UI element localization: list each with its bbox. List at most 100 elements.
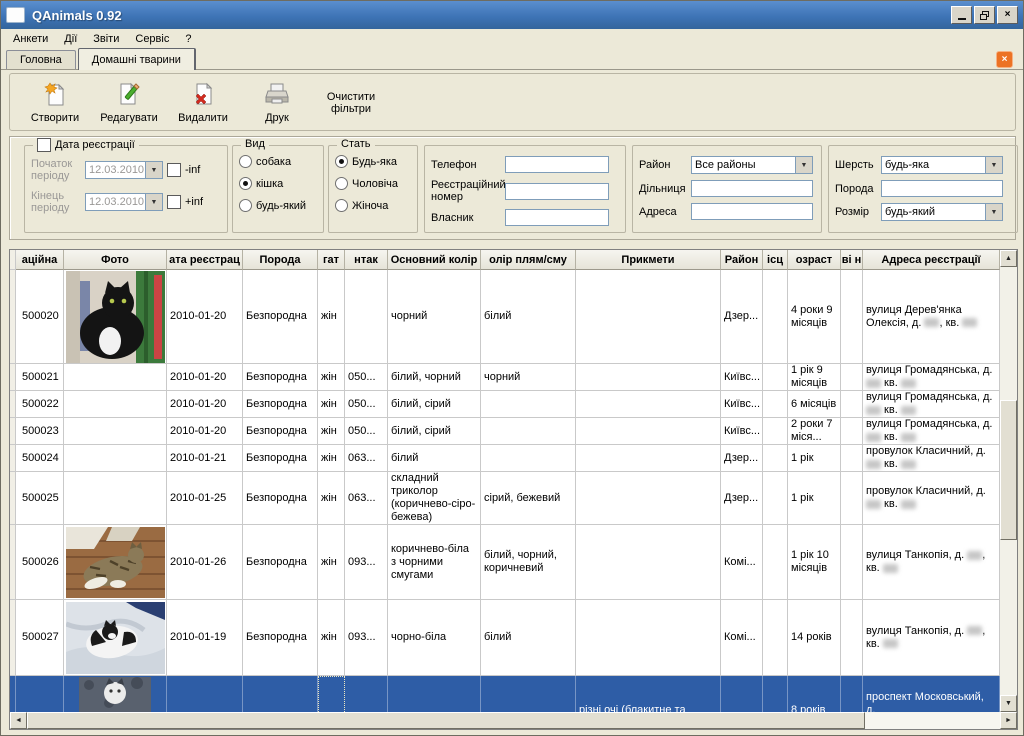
- chevron-down-icon[interactable]: ▼: [985, 204, 1002, 220]
- table-row[interactable]: 5000212010-01-20Безпороднажін050...білий…: [10, 364, 1000, 391]
- species-options: собакакішкабудь-який: [233, 155, 323, 212]
- cell-sex: жін: [318, 391, 345, 418]
- column-header-contact[interactable]: нтак: [345, 250, 388, 270]
- table-row[interactable]: 5000272010-01-19Безпороднажін093...чорно…: [10, 600, 1000, 676]
- column-header-date[interactable]: ата реєстрац: [167, 250, 243, 270]
- table-row-selected[interactable]: різні очі (блакитне та8 роківпроспект Мо…: [10, 676, 1000, 712]
- cell-text: Дзер...: [724, 492, 759, 505]
- contact-input-1[interactable]: [505, 156, 609, 173]
- period-end-combo[interactable]: 12.03.2010 ▼: [85, 193, 163, 211]
- animal-input-2[interactable]: [881, 180, 1003, 197]
- cell-photo: [64, 391, 167, 418]
- column-header-vi[interactable]: ві н: [841, 250, 863, 270]
- horizontal-scrollbar[interactable]: ◄ ►: [10, 712, 1017, 729]
- toolbar-button-4[interactable]: Друк: [240, 74, 314, 130]
- table-row[interactable]: 5000232010-01-20Безпороднажін050...білий…: [10, 418, 1000, 445]
- contact-input-2[interactable]: [505, 183, 609, 200]
- table-row[interactable]: 5000252010-01-25Безпороднажін063...склад…: [10, 472, 1000, 525]
- column-header-id[interactable]: аційна: [16, 250, 64, 270]
- chevron-down-icon[interactable]: ▼: [145, 194, 162, 210]
- toolbar-button-1[interactable]: Створити: [18, 74, 92, 130]
- restore-button[interactable]: [974, 6, 995, 24]
- close-icon: ×: [1005, 10, 1011, 20]
- date-filter-checkbox[interactable]: [37, 138, 51, 152]
- loc-input-3[interactable]: [691, 203, 813, 220]
- table-row[interactable]: 5000202010-01-20Безпороднажінчорнийбілий…: [10, 270, 1000, 364]
- toolbar-button-2[interactable]: Редагувати: [92, 74, 166, 130]
- plus-inf-checkbox[interactable]: [167, 195, 181, 209]
- cell-text: 063...: [348, 452, 384, 465]
- chevron-down-icon[interactable]: ▼: [795, 157, 812, 173]
- animal-select-1[interactable]: будь-яка▼: [881, 156, 1003, 174]
- column-header-address[interactable]: Адреса реєстрації: [863, 250, 1000, 270]
- cell-text: 093...: [348, 556, 384, 569]
- scroll-down-button[interactable]: ▼: [1000, 695, 1017, 712]
- toolbar-button-3[interactable]: Видалити: [166, 74, 240, 130]
- cell-address: вулиця Громадянська, д. кв.: [863, 364, 1000, 391]
- tab-pets[interactable]: Домашні тварини: [78, 48, 196, 70]
- cell-district: [721, 676, 763, 712]
- column-header-photo[interactable]: Фото: [64, 250, 167, 270]
- horizontal-scroll-track[interactable]: [865, 712, 1000, 729]
- sex-radio-3[interactable]: [335, 199, 348, 212]
- species-radio-2[interactable]: [239, 177, 252, 190]
- cell-text: різні очі (блакитне та: [579, 704, 717, 712]
- column-header-color[interactable]: Основний колір: [388, 250, 481, 270]
- vertical-scroll-thumb[interactable]: [1000, 400, 1017, 540]
- restore-icon: [980, 11, 989, 20]
- period-start-combo[interactable]: 12.03.2010 ▼: [85, 161, 163, 179]
- toolbar-button-5[interactable]: Очистити фільтри: [314, 74, 388, 130]
- tab-home[interactable]: Головна: [6, 50, 76, 69]
- menu-item-4[interactable]: Сервіс: [127, 31, 177, 47]
- species-radio-3[interactable]: [239, 199, 252, 212]
- animal-field-label-2: Порода: [835, 183, 877, 195]
- tab-close-button[interactable]: ×: [996, 51, 1013, 68]
- horizontal-scroll-thumb[interactable]: [27, 712, 865, 729]
- select-value: Все районы: [692, 159, 795, 171]
- menu-item-3[interactable]: Звіти: [85, 31, 127, 47]
- column-header-sex[interactable]: гат: [318, 250, 345, 270]
- contact-field-row: Реєстраційний номер: [431, 179, 619, 203]
- scroll-left-button[interactable]: ◄: [10, 712, 27, 729]
- scroll-right-button[interactable]: ►: [1000, 712, 1017, 729]
- minimize-button[interactable]: [951, 6, 972, 24]
- cell-id: 500027: [16, 600, 64, 676]
- edit-document-icon: [116, 81, 142, 110]
- column-header-age[interactable]: озраст: [788, 250, 841, 270]
- cell-age: 4 роки 9 місяців: [788, 270, 841, 364]
- animal-select-3[interactable]: будь-який▼: [881, 203, 1003, 221]
- window-title: QAnimals 0.92: [32, 8, 949, 23]
- chevron-down-icon[interactable]: ▼: [985, 157, 1002, 173]
- scroll-up-button[interactable]: ▲: [1000, 250, 1017, 267]
- cell-sex: жін: [318, 364, 345, 391]
- redacted-number: [866, 433, 881, 442]
- cell-text: 2010-01-20: [170, 425, 239, 438]
- sex-radio-2[interactable]: [335, 177, 348, 190]
- menu-item-2[interactable]: Дії: [56, 31, 85, 47]
- column-header-spots[interactable]: олір плям/сму: [481, 250, 576, 270]
- column-header-marks[interactable]: Прикмети: [576, 250, 721, 270]
- column-header-breed[interactable]: Порода: [243, 250, 318, 270]
- contact-input-3[interactable]: [505, 209, 609, 226]
- menu-item-1[interactable]: Анкети: [5, 31, 56, 47]
- loc-input-2[interactable]: [691, 180, 813, 197]
- cell-text: складний триколор (коричнево-сіро-бежева…: [391, 472, 477, 524]
- cell-breed: Безпородна: [243, 391, 318, 418]
- close-button[interactable]: ×: [997, 6, 1018, 24]
- table-row[interactable]: 5000262010-01-26Безпороднажін093...корич…: [10, 525, 1000, 600]
- loc-select-1[interactable]: Все районы▼: [691, 156, 813, 174]
- cell-text: 8 років: [791, 704, 837, 712]
- table-row[interactable]: 5000222010-01-20Безпороднажін050...білий…: [10, 391, 1000, 418]
- column-header-misc[interactable]: ісц: [763, 250, 788, 270]
- cell-spots: білий: [481, 270, 576, 364]
- table-row[interactable]: 5000242010-01-21Безпороднажін063...білий…: [10, 445, 1000, 472]
- menu-item-5[interactable]: ?: [177, 31, 199, 47]
- chevron-down-icon[interactable]: ▼: [145, 162, 162, 178]
- column-header-district[interactable]: Район: [721, 250, 763, 270]
- toolbar: СтворитиРедагуватиВидалитиДрукОчистити ф…: [9, 73, 1016, 131]
- minus-inf-checkbox[interactable]: [167, 163, 181, 177]
- vertical-scrollbar[interactable]: ▲ ▼: [1000, 250, 1017, 712]
- cell-marks: [576, 600, 721, 676]
- sex-radio-1[interactable]: [335, 155, 348, 168]
- species-radio-1[interactable]: [239, 155, 252, 168]
